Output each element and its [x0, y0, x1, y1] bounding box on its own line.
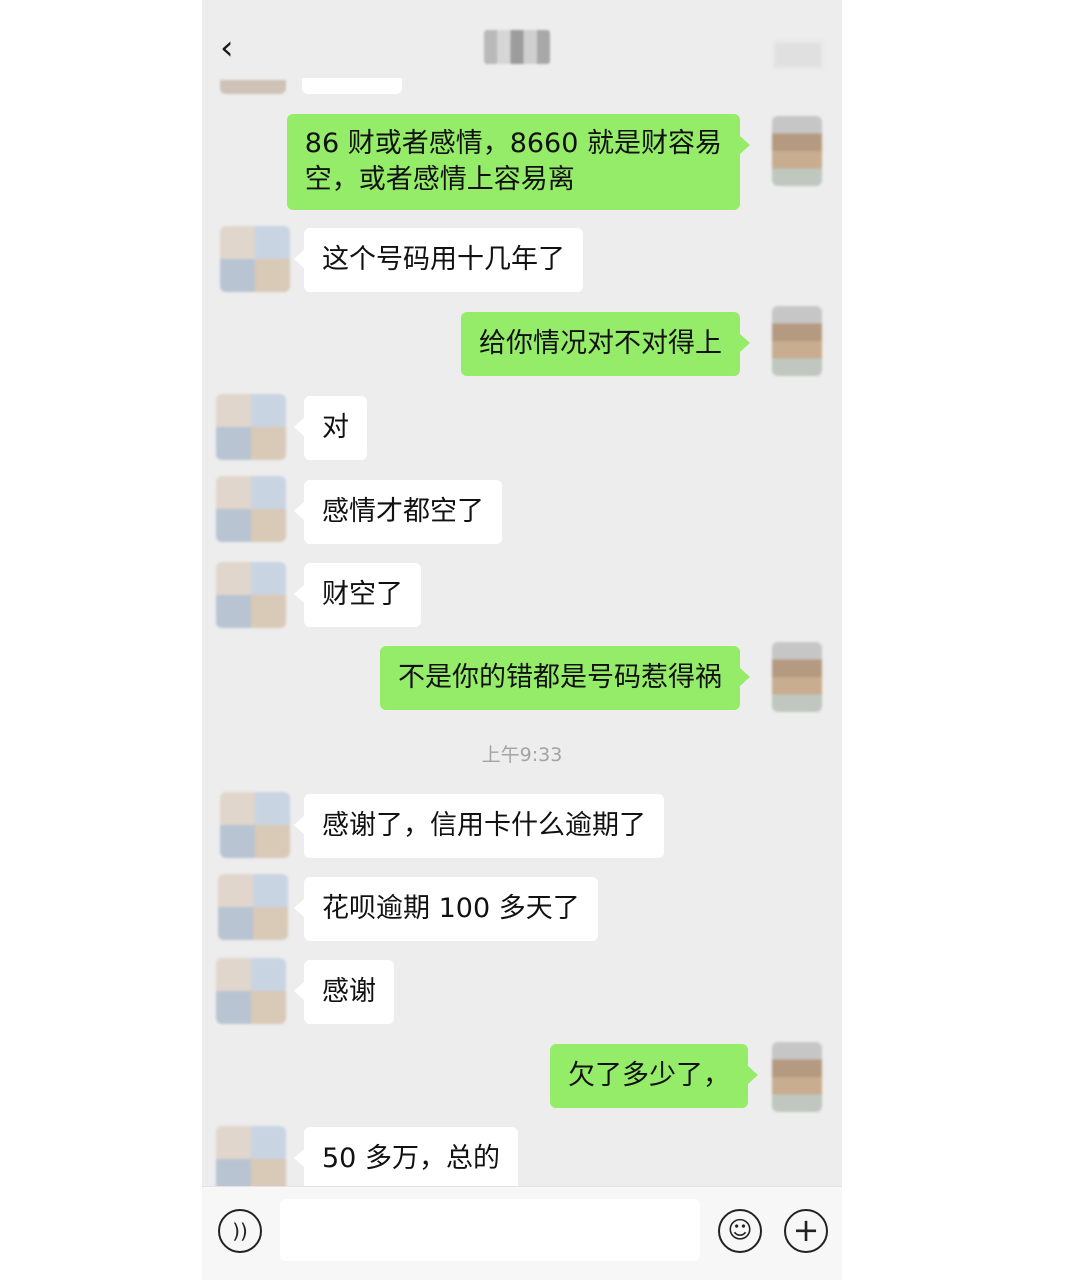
contact-avatar[interactable]	[216, 1126, 286, 1192]
message-bubble-incoming: 感情才都空了	[294, 480, 502, 544]
message-text: 86 财或者感情，8660 就是财容易	[304, 128, 722, 159]
message-bubble-incoming: 花呗逾期 100 多天了	[294, 877, 598, 941]
my-avatar[interactable]	[772, 642, 822, 712]
message-text: 感谢了，信用卡什么逾期了	[322, 810, 646, 841]
contact-avatar[interactable]	[220, 226, 290, 292]
message-text: 花呗逾期 100 多天了	[322, 893, 580, 924]
message-text: 感情才都空了	[322, 496, 484, 527]
message-bubble-incoming: 50 多万，总的	[294, 1127, 518, 1191]
contact-avatar[interactable]	[216, 394, 286, 460]
message-bubble-incoming: 对	[294, 396, 367, 460]
avatar[interactable]	[220, 80, 286, 94]
contact-avatar[interactable]	[218, 874, 288, 940]
chat-title: ■■	[484, 30, 550, 64]
message-text: 不是你的错都是号码惹得祸	[398, 662, 722, 693]
message-text: 对	[322, 412, 349, 443]
back-icon[interactable]: ‹	[220, 28, 260, 68]
message-bubble-outgoing: 86 财或者感情，8660 就是财容易 空，或者感情上容易离	[286, 114, 751, 210]
my-avatar[interactable]	[772, 116, 822, 186]
message-text: 给你情况对不对得上	[479, 328, 722, 359]
message-text: 欠了多少了，	[568, 1060, 730, 1091]
message-bubble-partial	[302, 78, 402, 94]
message-input[interactable]	[280, 1199, 700, 1261]
chat-header: ‹ ■■	[202, 0, 842, 92]
timestamp: 上午9:33	[481, 744, 563, 766]
contact-avatar[interactable]	[216, 958, 286, 1024]
message-bubble-incoming: 这个号码用十几年了	[294, 228, 583, 292]
plus-icon[interactable]: +	[784, 1209, 828, 1253]
chat-screen: ‹ ■■ 86 财或者感情，8660 就是财容易 空，或者感情上容易离 这个号码…	[202, 0, 842, 1280]
message-text: 这个号码用十几年了	[322, 244, 565, 275]
message-bubble-incoming: 感谢	[294, 960, 394, 1024]
message-bubble-outgoing: 不是你的错都是号码惹得祸	[380, 646, 750, 710]
emoji-icon[interactable]: ☺	[718, 1209, 762, 1253]
contact-avatar[interactable]	[216, 562, 286, 628]
voice-icon[interactable]: ))	[218, 1209, 262, 1253]
contact-avatar[interactable]	[216, 476, 286, 542]
my-avatar[interactable]	[772, 306, 822, 376]
message-bubble-incoming: 感谢了，信用卡什么逾期了	[294, 794, 664, 858]
message-bubble-incoming: 财空了	[294, 563, 421, 627]
message-text: 空，或者感情上容易离	[304, 164, 575, 195]
contact-avatar[interactable]	[220, 792, 290, 858]
message-text: 财空了	[322, 579, 403, 610]
message-text: 50 多万，总的	[322, 1143, 500, 1174]
message-bubble-outgoing: 给你情况对不对得上	[461, 312, 750, 376]
message-text: 感谢	[322, 976, 376, 1007]
my-avatar[interactable]	[772, 1042, 822, 1112]
more-icon[interactable]	[774, 42, 822, 68]
input-bar: )) ☺ +	[202, 1186, 842, 1280]
message-bubble-outgoing: 欠了多少了，	[550, 1044, 758, 1108]
